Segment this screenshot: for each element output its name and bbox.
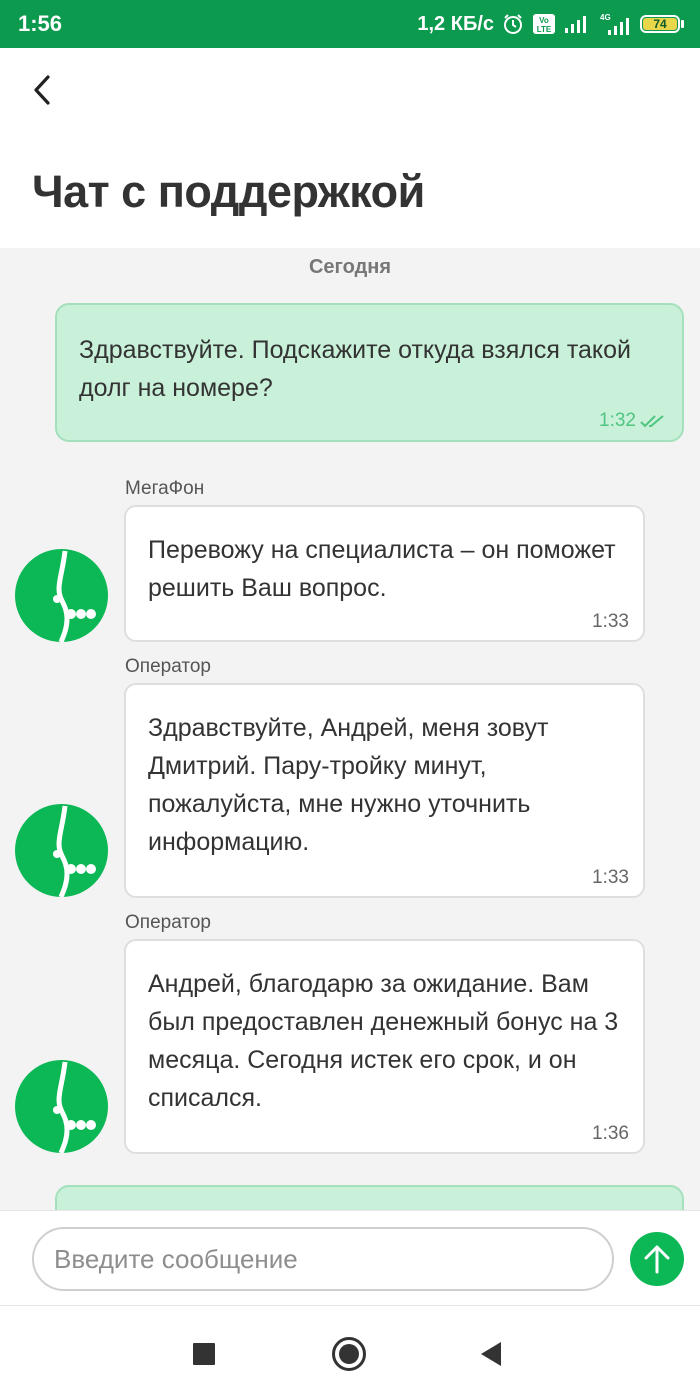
megafon-avatar-icon [15,1060,108,1153]
megafon-avatar-icon [15,549,108,642]
back-button[interactable] [22,70,62,110]
signal-icon [564,14,590,34]
signal-4g-icon: 4G [598,12,632,36]
page-title: Чат с поддержкой [32,166,425,217]
svg-text:Vo: Vo [539,16,549,25]
date-separator: Сегодня [308,256,392,278]
chat-messages[interactable]: Сегодня Здравствуйте. Подскажите откуда … [0,248,700,1210]
circle-icon [332,1337,366,1371]
arrow-up-icon [644,1245,670,1274]
message-time: 1:32 [599,410,636,431]
message-time: 1:33 [592,867,629,888]
svg-text:LTE: LTE [537,25,552,34]
message-input[interactable] [32,1227,614,1291]
net-speed: 1,2 КБ/с [417,12,494,35]
message-sender: МегаФон [125,478,205,499]
alarm-icon [502,13,524,35]
message-sender: Оператор [125,656,211,677]
recents-button[interactable] [180,1330,228,1378]
header: Чат с поддержкой [0,48,700,248]
outgoing-message-partial [55,1185,684,1210]
double-check-icon [640,415,664,428]
chevron-left-icon [34,75,50,105]
svg-text:4G: 4G [600,13,611,22]
battery-icon: 74 [640,15,684,33]
system-nav-bar [0,1306,700,1400]
square-icon [193,1343,215,1365]
home-button[interactable] [325,1330,373,1378]
status-bar: 1:56 1,2 КБ/с Vo LTE 4G 74 [0,0,700,48]
message-meta: 1:32 [599,410,666,432]
outgoing-message: Здравствуйте. Подскажите откуда взялся т… [55,303,684,442]
message-text: Здравствуйте, Андрей, меня зовут Дмитрий… [148,714,549,856]
status-indicators: 1,2 КБ/с Vo LTE 4G 74 [417,12,684,36]
volte-icon: Vo LTE [532,13,556,35]
system-back-button[interactable] [467,1330,515,1378]
incoming-message: Перевожу на специалиста – он поможет реш… [124,505,645,642]
status-time: 1:56 [18,11,63,36]
send-button[interactable] [630,1232,684,1286]
triangle-back-icon [481,1342,501,1366]
message-time: 1:33 [592,611,629,632]
composer [0,1210,700,1306]
megafon-avatar-icon [15,804,108,897]
incoming-message: Андрей, благодарю за ожидание. Вам был п… [124,939,645,1154]
message-sender: Оператор [125,912,211,933]
incoming-message: Здравствуйте, Андрей, меня зовут Дмитрий… [124,683,645,898]
message-text: Здравствуйте. Подскажите откуда взялся т… [79,336,631,402]
message-text: Андрей, благодарю за ожидание. Вам был п… [148,970,619,1112]
message-time: 1:36 [592,1123,629,1144]
message-text: Перевожу на специалиста – он поможет реш… [148,536,616,602]
